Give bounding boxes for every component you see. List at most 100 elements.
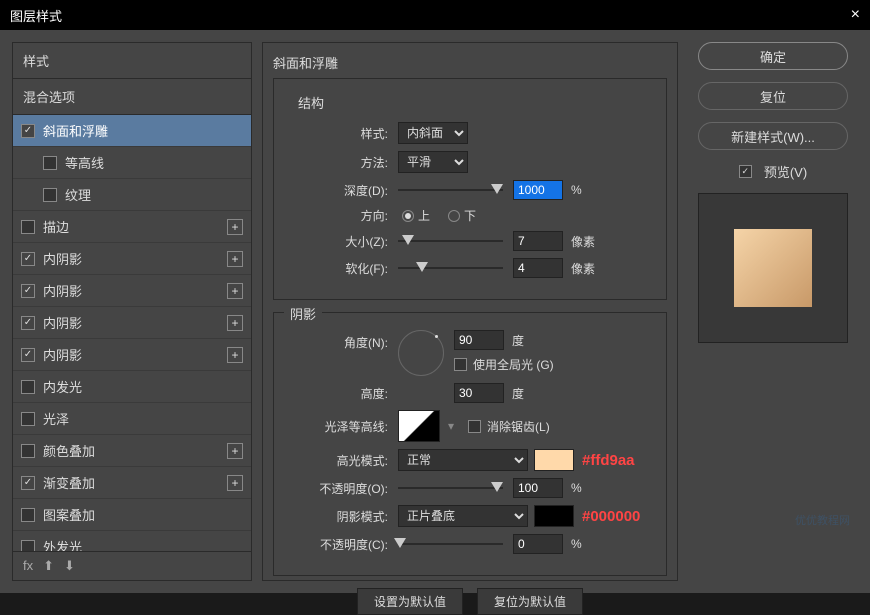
angle-unit: 度	[512, 332, 524, 349]
down-arrow-icon[interactable]: ⬇	[64, 558, 75, 574]
dialog-content: 样式 混合选项 斜面和浮雕等高线纹理描边+内阴影+内阴影+内阴影+内阴影+内发光…	[0, 30, 870, 593]
style-checkbox[interactable]	[21, 124, 35, 138]
panel-title: 斜面和浮雕	[273, 53, 667, 72]
sopacity-input[interactable]	[513, 534, 563, 554]
ok-button[interactable]: 确定	[698, 42, 848, 70]
style-checkbox[interactable]	[21, 476, 35, 490]
plus-icon[interactable]: +	[227, 315, 243, 331]
plus-icon[interactable]: +	[227, 283, 243, 299]
gloss-contour[interactable]	[398, 410, 440, 442]
style-item[interactable]: 图案叠加	[13, 499, 251, 531]
style-item-label: 内阴影	[43, 345, 82, 364]
size-slider[interactable]	[398, 234, 503, 248]
preview-swatch	[734, 229, 812, 307]
style-item[interactable]: 斜面和浮雕	[13, 115, 251, 147]
global-light-label: 使用全局光 (G)	[473, 356, 554, 373]
plus-icon[interactable]: +	[227, 347, 243, 363]
plus-icon[interactable]: +	[227, 443, 243, 459]
global-light-checkbox[interactable]	[454, 358, 467, 371]
angle-dial[interactable]	[398, 330, 444, 376]
highlight-color-swatch[interactable]	[534, 449, 574, 471]
styles-sidebar: 样式 混合选项 斜面和浮雕等高线纹理描边+内阴影+内阴影+内阴影+内阴影+内发光…	[12, 42, 252, 581]
hopacity-input[interactable]	[513, 478, 563, 498]
style-item[interactable]: 光泽	[13, 403, 251, 435]
size-input[interactable]	[513, 231, 563, 251]
style-checkbox[interactable]	[43, 156, 57, 170]
depth-slider[interactable]	[398, 183, 503, 197]
plus-icon[interactable]: +	[227, 251, 243, 267]
style-checkbox[interactable]	[21, 540, 35, 552]
shadow-color-swatch[interactable]	[534, 505, 574, 527]
hopacity-label: 不透明度(O):	[288, 480, 388, 497]
shadow-mode-select[interactable]: 正片叠底	[398, 505, 528, 527]
soften-input[interactable]	[513, 258, 563, 278]
style-item[interactable]: 等高线	[13, 147, 251, 179]
style-item[interactable]: 内阴影 +	[13, 339, 251, 371]
style-item-label: 光泽	[43, 409, 69, 428]
blending-options[interactable]: 混合选项	[13, 79, 251, 115]
altitude-input[interactable]	[454, 383, 504, 403]
style-checkbox[interactable]	[21, 444, 35, 458]
dialog-title: 图层样式	[10, 6, 62, 25]
style-checkbox[interactable]	[21, 412, 35, 426]
style-item-label: 等高线	[65, 153, 104, 172]
new-style-button[interactable]: 新建样式(W)...	[698, 122, 848, 150]
reset-default-button[interactable]: 复位为默认值	[477, 588, 583, 615]
style-item[interactable]: 描边+	[13, 211, 251, 243]
plus-icon[interactable]: +	[227, 475, 243, 491]
technique-label: 方法:	[288, 154, 388, 171]
angle-input[interactable]	[454, 330, 504, 350]
style-item[interactable]: 颜色叠加+	[13, 435, 251, 467]
soften-label: 软化(F):	[288, 260, 388, 277]
style-checkbox[interactable]	[21, 252, 35, 266]
structure-title: 结构	[298, 93, 652, 112]
up-arrow-icon[interactable]: ⬆	[43, 558, 54, 574]
soften-slider[interactable]	[398, 261, 503, 275]
cancel-button[interactable]: 复位	[698, 82, 848, 110]
highlight-mode-select[interactable]: 正常	[398, 449, 528, 471]
style-item[interactable]: 内阴影+	[13, 307, 251, 339]
style-item[interactable]: 内发光	[13, 371, 251, 403]
soften-unit: 像素	[571, 260, 595, 277]
close-icon[interactable]: ×	[851, 6, 860, 24]
style-item[interactable]: 外发光	[13, 531, 251, 551]
style-checkbox[interactable]	[21, 220, 35, 234]
preview-checkbox[interactable]	[739, 165, 752, 178]
watermark: 优优教程网	[795, 512, 850, 528]
depth-unit: %	[571, 183, 582, 197]
style-label: 样式:	[288, 125, 388, 142]
size-label: 大小(Z):	[288, 233, 388, 250]
depth-label: 深度(D):	[288, 182, 388, 199]
fx-icon[interactable]: fx	[23, 558, 33, 574]
sidebar-footer: fx ⬆ ⬇	[13, 551, 251, 580]
direction-down-radio[interactable]	[448, 210, 460, 222]
hopacity-slider[interactable]	[398, 481, 503, 495]
plus-icon[interactable]: +	[227, 219, 243, 235]
highlight-hex: #ffd9aa	[582, 452, 635, 469]
style-checkbox[interactable]	[21, 284, 35, 298]
style-checkbox[interactable]	[21, 380, 35, 394]
altitude-unit: 度	[512, 385, 524, 402]
direction-up-radio[interactable]	[402, 210, 414, 222]
make-default-button[interactable]: 设置为默认值	[357, 588, 463, 615]
style-item[interactable]: 纹理	[13, 179, 251, 211]
style-item[interactable]: 内阴影+	[13, 275, 251, 307]
style-item[interactable]: 渐变叠加+	[13, 467, 251, 499]
antialias-checkbox[interactable]	[468, 420, 481, 433]
style-checkbox[interactable]	[43, 188, 57, 202]
layer-style-dialog: 图层样式 × 样式 混合选项 斜面和浮雕等高线纹理描边+内阴影+内阴影+内阴影+…	[0, 0, 870, 593]
sopacity-slider[interactable]	[398, 537, 503, 551]
preview-row: 预览(V)	[739, 162, 807, 181]
style-checkbox[interactable]	[21, 508, 35, 522]
size-unit: 像素	[571, 233, 595, 250]
style-item[interactable]: 内阴影+	[13, 243, 251, 275]
sidebar-header: 样式	[13, 43, 251, 79]
style-item-label: 斜面和浮雕	[43, 121, 108, 140]
shadow-label: 阴影模式:	[288, 508, 388, 525]
depth-input[interactable]	[513, 180, 563, 200]
style-select[interactable]: 内斜面	[398, 122, 468, 144]
gloss-label: 光泽等高线:	[288, 418, 388, 435]
style-checkbox[interactable]	[21, 316, 35, 330]
technique-select[interactable]: 平滑	[398, 151, 468, 173]
style-checkbox[interactable]	[21, 348, 35, 362]
